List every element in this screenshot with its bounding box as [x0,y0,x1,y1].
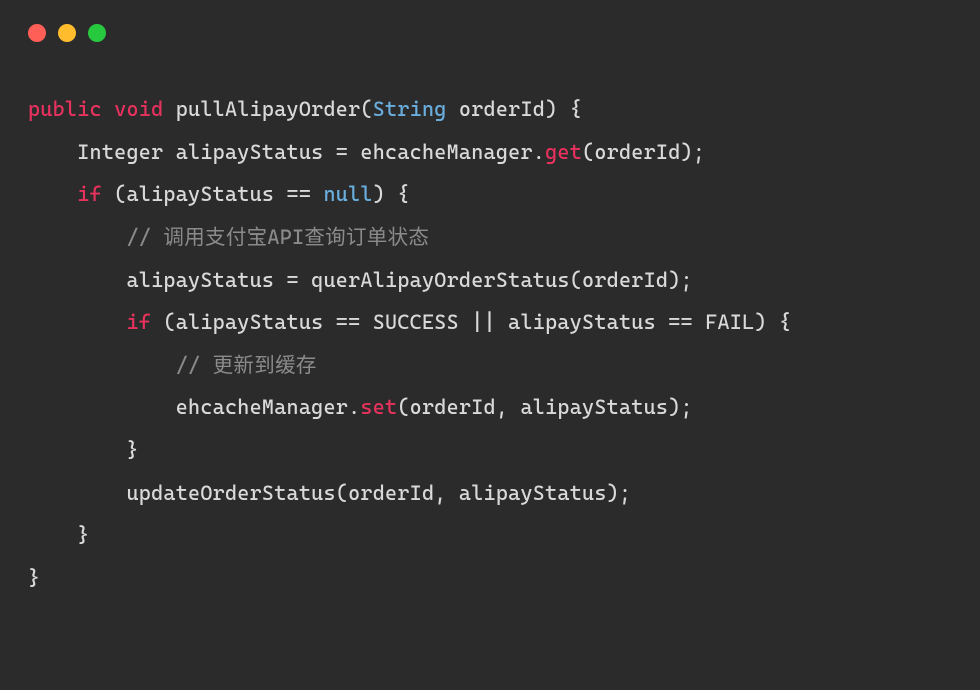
code-text: (alipayStatus == [102,182,324,206]
code-text: orderId) { [447,97,582,121]
maximize-icon[interactable] [88,24,106,42]
code-editor[interactable]: public void pullAlipayOrder(String order… [0,52,980,628]
code-text: (orderId); [582,140,705,164]
code-text: updateOrderStatus(orderId, alipayStatus)… [28,481,631,505]
keyword-null: null [324,182,373,206]
method-get: get [545,140,582,164]
keyword-if: if [28,310,151,334]
keyword-public: public [28,97,102,121]
code-comment: // 更新到缓存 [28,353,317,377]
keyword-void: void [114,97,163,121]
code-comment: // 调用支付宝API查询订单状态 [28,225,429,249]
code-text: ehcacheManager. [28,395,360,419]
code-text: alipayStatus = querAlipayOrderStatus(ord… [28,268,693,292]
code-text: } [28,523,90,547]
code-text: } [28,566,40,590]
method-set: set [360,395,397,419]
code-text: ) { [373,182,410,206]
minimize-icon[interactable] [58,24,76,42]
code-text: (alipayStatus == SUCCESS || alipayStatus… [151,310,791,334]
code-text: pullAlipayOrder( [163,97,372,121]
code-text: Integer alipayStatus = ehcacheManager. [28,140,545,164]
close-icon[interactable] [28,24,46,42]
code-text: (orderId, alipayStatus); [397,395,692,419]
keyword-if: if [28,182,102,206]
window-titlebar [0,0,980,52]
code-text: } [28,438,139,462]
type-string: String [373,97,447,121]
